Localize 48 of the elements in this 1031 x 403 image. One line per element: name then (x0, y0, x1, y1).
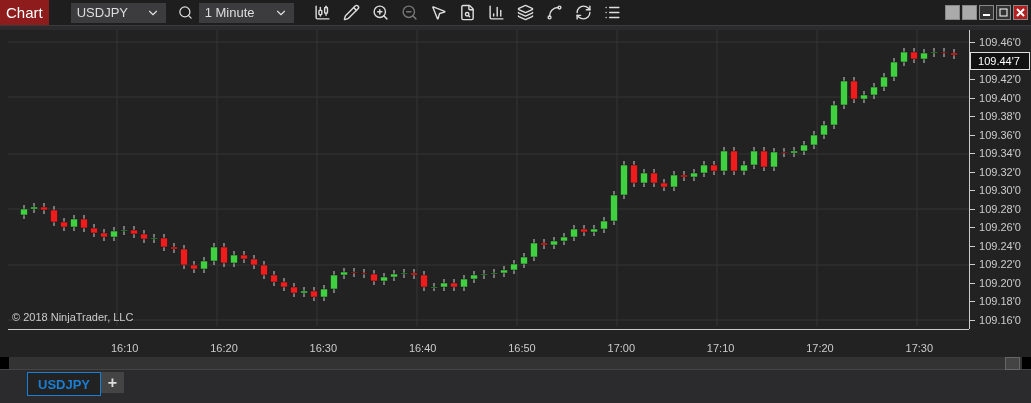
pencil-icon[interactable] (342, 4, 360, 21)
zoom-out-icon[interactable] (400, 4, 418, 21)
pointer-icon[interactable] (429, 4, 447, 21)
price-tick-label: 109.40'0 (970, 88, 1031, 108)
current-price-label: 109.44'7 (970, 51, 1030, 71)
time-tick-label: 17:30 (904, 341, 935, 357)
chart-title: Chart (0, 0, 49, 25)
maximize-icon[interactable] (996, 5, 1011, 20)
price-tick-label: 109.30'0 (970, 181, 1031, 200)
price-tick-label: 109.36'0 (970, 125, 1031, 145)
time-tick-label: 17:10 (705, 341, 736, 357)
time-tick-label: 16:40 (407, 341, 438, 357)
price-tick-label: 109.26'0 (970, 218, 1031, 237)
price-tick-label: 109.34'0 (970, 144, 1031, 163)
time-tick-label: 16:20 (209, 341, 239, 357)
price-tick-label: 109.28'0 (970, 199, 1031, 219)
instrument-dropdown[interactable]: USDJPY (70, 2, 166, 23)
line-nodes-icon[interactable] (545, 4, 563, 21)
price-tick-label: 109.24'0 (970, 236, 1031, 256)
horizontal-scrollbar[interactable] (0, 357, 1031, 370)
add-tab-button[interactable]: + (101, 372, 125, 394)
chart-tab[interactable]: USDJPY (27, 372, 102, 397)
time-tick-label: 16:50 (507, 341, 537, 357)
scroll-thumb[interactable] (1005, 356, 1020, 370)
price-tick-label: 109.38'0 (970, 107, 1031, 126)
refresh-icon[interactable] (574, 4, 592, 21)
bars-icon[interactable] (487, 4, 505, 21)
price-tick-label: 109.32'0 (970, 162, 1031, 182)
price-tick-label: 109.16'0 (970, 310, 1031, 330)
time-tick-label: 16:30 (308, 341, 339, 357)
time-tick-label: 17:00 (606, 341, 637, 357)
price-tick-label: 109.20'0 (970, 273, 1031, 293)
close-icon[interactable] (1013, 5, 1028, 20)
layers-icon[interactable] (516, 4, 534, 21)
time-tick-label: 16:10 (109, 341, 140, 357)
zoom-in-icon[interactable] (371, 4, 389, 21)
interval-dropdown[interactable]: 1 Minute (198, 2, 294, 23)
price-tick-label: 109.42'0 (970, 70, 1031, 89)
price-tick-label: 109.46'0 (970, 33, 1031, 52)
time-tick-label: 17:20 (805, 341, 835, 357)
candlestick-icon[interactable] (313, 4, 331, 21)
search-icon[interactable] (177, 5, 193, 20)
list-icon[interactable] (603, 4, 621, 21)
price-tick-label: 109.22'0 (970, 255, 1031, 274)
minimize-icon[interactable] (979, 5, 994, 20)
document-search-icon[interactable] (458, 4, 476, 21)
price-tick-label: 109.18'0 (970, 292, 1031, 311)
copyright-text: © 2018 NinjaTrader, LLC (12, 311, 134, 324)
